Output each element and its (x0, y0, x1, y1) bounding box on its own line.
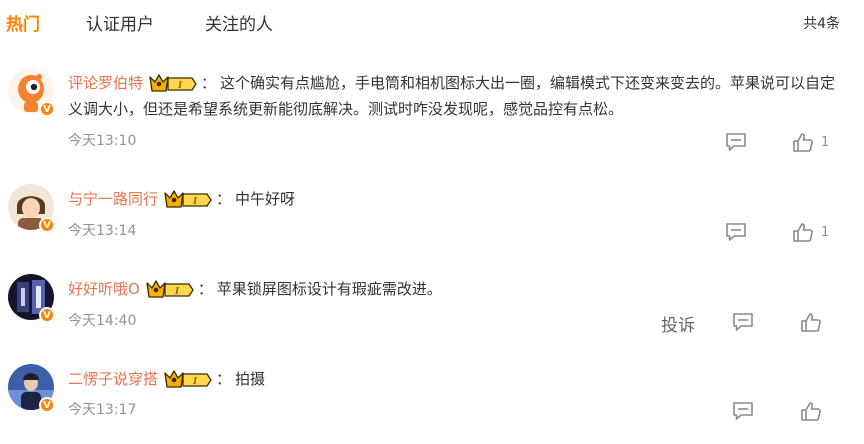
verified-badge-icon: V (39, 397, 55, 413)
comment-time: 今天13:14 (68, 223, 137, 239)
comment-time: 今天14:40 (68, 313, 137, 329)
reply-icon (732, 312, 754, 332)
comment-count: 共4条 (803, 16, 840, 32)
avatar[interactable]: V (8, 274, 55, 323)
reply-icon (732, 401, 754, 421)
crown-level-badge-icon[interactable] (164, 189, 212, 209)
like-icon (792, 222, 814, 242)
comment-username[interactable]: 好好听哦O (68, 280, 140, 298)
tab-following[interactable]: 关注的人 (205, 10, 273, 35)
comment-tabs: 热门 认证用户 关注的人 共4条 (0, 0, 864, 46)
comment-text: 苹果锁屏图标设计有瑕疵需改进。 (216, 280, 442, 298)
report-button[interactable]: 投诉 (661, 311, 695, 336)
tab-verified-users[interactable]: 认证用户 (86, 10, 154, 35)
comment-body: 好好听哦O：苹果锁屏图标设计有瑕疵需改进。 (68, 279, 442, 299)
reply-button[interactable] (732, 312, 754, 332)
verified-badge-icon: V (39, 307, 55, 323)
like-icon (792, 132, 814, 152)
like-count: 1 (821, 134, 830, 150)
like-icon (800, 312, 822, 332)
comment-body: 评论罗伯特：这个确实有点尴尬，手电筒和相机图标大出一圈，编辑模式下还变来变去的。… (68, 73, 836, 118)
like-button[interactable] (800, 401, 822, 421)
comment-time: 今天13:17 (68, 402, 137, 418)
like-button[interactable]: 1 (792, 132, 829, 152)
comment-body: 二愣子说穿搭：拍摄 (68, 369, 266, 389)
comment-body: 与宁一路同行：中午好呀 (68, 189, 296, 209)
like-button[interactable]: 1 (792, 222, 829, 242)
reply-icon (725, 132, 747, 152)
like-button[interactable] (800, 312, 822, 332)
reply-button[interactable] (725, 222, 747, 242)
crown-level-badge-icon[interactable] (164, 369, 212, 389)
reply-button[interactable] (732, 401, 754, 421)
tab-hot[interactable]: 热门 (6, 10, 40, 35)
comment-time: 今天13:10 (68, 133, 137, 149)
verified-badge-icon: V (39, 101, 55, 117)
crown-level-badge-icon[interactable] (149, 73, 197, 93)
like-count: 1 (821, 224, 830, 240)
reply-icon (725, 222, 747, 242)
comment-username[interactable]: 与宁一路同行 (68, 190, 158, 208)
comment-username[interactable]: 评论罗伯特 (68, 74, 143, 92)
comment-text: 中午好呀 (235, 190, 296, 208)
crown-level-badge-icon[interactable] (146, 279, 194, 299)
verified-badge-icon: V (39, 217, 55, 233)
avatar[interactable]: V (8, 184, 55, 233)
reply-button[interactable] (725, 132, 747, 152)
avatar[interactable]: V (8, 364, 55, 413)
like-icon (800, 401, 822, 421)
avatar[interactable]: V (8, 68, 55, 117)
comment-username[interactable]: 二愣子说穿搭 (68, 370, 158, 388)
comment-text: 拍摄 (235, 370, 266, 388)
